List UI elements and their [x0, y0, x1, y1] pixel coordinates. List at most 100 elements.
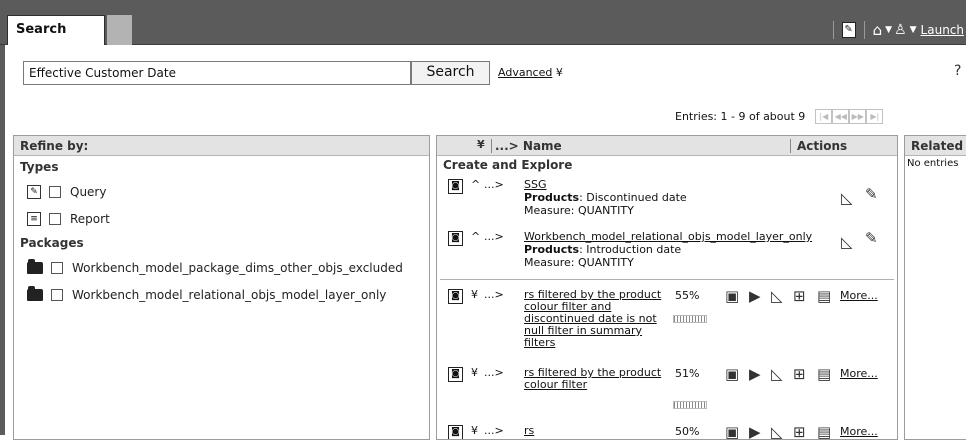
- search-button[interactable]: Search: [411, 61, 490, 85]
- more-link[interactable]: More...: [840, 289, 878, 302]
- result-detail: Measure: QUANTITY: [524, 256, 634, 269]
- result-link[interactable]: filters: [524, 337, 555, 349]
- left-edge: [0, 45, 5, 435]
- more-link[interactable]: More...: [840, 425, 878, 438]
- filter-label: Workbench_model_package_dims_other_objs_…: [72, 260, 403, 275]
- relevance-bar: [673, 401, 707, 409]
- advanced-link[interactable]: Advanced ¥: [498, 66, 563, 79]
- result-link[interactable]: colour filter: [524, 379, 587, 391]
- result-detail: Products: Discontinued date: [524, 191, 687, 204]
- expand-icon[interactable]: ¥: [471, 424, 478, 437]
- packages-title: Packages: [20, 236, 84, 250]
- tab-search[interactable]: Search: [7, 15, 105, 45]
- chevron-down-icon[interactable]: ▼: [885, 25, 892, 35]
- pager: |◀ ◀◀ ▶▶ ▶|: [815, 109, 884, 124]
- tab-search-label: Search: [16, 22, 67, 37]
- run-icon[interactable]: ▶: [749, 365, 761, 383]
- launch-link[interactable]: Launch: [921, 23, 964, 37]
- filter-row-package-2[interactable]: Workbench_model_relational_objs_model_la…: [14, 281, 429, 308]
- refine-header: Refine by:: [14, 136, 429, 156]
- report-result-icon: ◙: [448, 425, 463, 439]
- expand-icon[interactable]: ¥: [471, 288, 478, 301]
- related-panel: Related No entries: [904, 135, 966, 440]
- properties-icon[interactable]: ▣: [725, 365, 739, 383]
- analyze-icon[interactable]: ◺: [771, 423, 783, 439]
- next-page-icon[interactable]: ▶▶: [849, 109, 867, 124]
- result-link[interactable]: Workbench_model_relational_objs_model_la…: [524, 231, 812, 243]
- report-result-icon: ◙: [448, 367, 463, 382]
- properties-icon[interactable]: ▣: [725, 287, 739, 305]
- chevron-down-icon[interactable]: ▼: [910, 25, 917, 35]
- breadcrumb[interactable]: ...>: [484, 230, 504, 243]
- analyze-icon[interactable]: ◺: [841, 189, 853, 207]
- first-page-icon[interactable]: |◀: [815, 109, 833, 124]
- previous-page-icon[interactable]: ◀◀: [832, 109, 850, 124]
- report-checkbox[interactable]: [49, 212, 61, 225]
- wrench-icon[interactable]: ✎: [865, 229, 878, 247]
- properties-icon[interactable]: ▣: [725, 423, 739, 439]
- entries-info: Entries: 1 - 9 of about 9 |◀ ◀◀ ▶▶ ▶|: [675, 109, 884, 124]
- detail-value: : Introduction date: [579, 243, 682, 256]
- analyze-icon[interactable]: ◺: [841, 233, 853, 251]
- detail-key: Products: [524, 243, 580, 256]
- header-separator: [491, 139, 492, 153]
- result-detail: Measure: QUANTITY: [524, 204, 634, 217]
- schedule-icon[interactable]: ⊞: [793, 365, 806, 383]
- output-versions-icon[interactable]: ▤: [817, 423, 831, 439]
- last-page-icon[interactable]: ▶|: [866, 109, 884, 124]
- package-checkbox[interactable]: [51, 288, 63, 301]
- topbar-actions: ✎ ⌂ ▼ ♙ ▼ Launch: [825, 19, 966, 41]
- package-result-icon: ◙: [448, 231, 463, 246]
- schedule-icon[interactable]: ⊞: [793, 287, 806, 305]
- package-checkbox[interactable]: [51, 261, 63, 274]
- collapse-icon[interactable]: ^: [471, 178, 480, 191]
- breadcrumb[interactable]: ...>: [484, 366, 504, 379]
- entries-label: Entries: 1 - 9 of about 9: [675, 110, 806, 123]
- report-result-icon: ◙: [448, 289, 463, 304]
- collapse-icon[interactable]: ^: [471, 230, 480, 243]
- run-icon[interactable]: ▶: [749, 423, 761, 439]
- toolbar-separator: [832, 21, 834, 39]
- types-title: Types: [20, 160, 59, 174]
- related-header: Related: [905, 136, 966, 156]
- result-link[interactable]: SSG: [524, 179, 547, 191]
- user-icon[interactable]: ♙: [894, 22, 907, 38]
- output-versions-icon[interactable]: ▤: [817, 365, 831, 383]
- filter-row-query[interactable]: ✎ Query: [14, 178, 429, 205]
- header-separator: [790, 139, 791, 153]
- analyze-icon[interactable]: ◺: [771, 365, 783, 383]
- query-checkbox[interactable]: [49, 185, 61, 198]
- breadcrumb[interactable]: ...>: [484, 178, 504, 191]
- help-icon[interactable]: ?: [954, 63, 961, 79]
- section-title: Create and Explore: [443, 158, 573, 172]
- query-icon: ✎: [27, 184, 41, 199]
- search-input[interactable]: [23, 61, 411, 85]
- double-chevron-down-icon: ¥: [552, 66, 563, 79]
- output-versions-icon[interactable]: ▤: [817, 287, 831, 305]
- result-link[interactable]: rs: [524, 425, 534, 437]
- actions-column-header: Actions: [797, 139, 848, 153]
- folder-icon: [27, 258, 43, 274]
- expand-all-icon[interactable]: ¥: [477, 138, 485, 151]
- run-icon[interactable]: ▶: [749, 287, 761, 305]
- filter-row-package-1[interactable]: Workbench_model_package_dims_other_objs_…: [14, 254, 429, 281]
- top-bar: Search ✎ ⌂ ▼ ♙ ▼ Launch: [0, 0, 966, 45]
- wrench-icon[interactable]: ✎: [865, 185, 878, 203]
- home-icon[interactable]: ⌂: [873, 21, 883, 39]
- breadcrumb[interactable]: ...>: [484, 424, 504, 437]
- results-header: ¥ ...> Name Actions: [437, 136, 897, 156]
- detail-value: : Discontinued date: [579, 191, 687, 204]
- relevance-percent: 50%: [675, 425, 700, 438]
- filter-label: Workbench_model_relational_objs_model_la…: [72, 287, 387, 302]
- breadcrumb[interactable]: ...>: [484, 288, 504, 301]
- advanced-link-label: Advanced: [498, 66, 553, 79]
- analyze-icon[interactable]: ◺: [771, 287, 783, 305]
- more-link[interactable]: More...: [840, 367, 878, 380]
- schedule-icon[interactable]: ⊞: [793, 423, 806, 439]
- document-icon[interactable]: ✎: [841, 22, 856, 38]
- expand-icon[interactable]: ¥: [471, 366, 478, 379]
- name-column-header[interactable]: ...> Name: [495, 139, 562, 153]
- related-body: No entries: [907, 158, 959, 169]
- filter-label: Query: [70, 184, 107, 199]
- filter-row-report[interactable]: ≡ Report: [14, 205, 429, 232]
